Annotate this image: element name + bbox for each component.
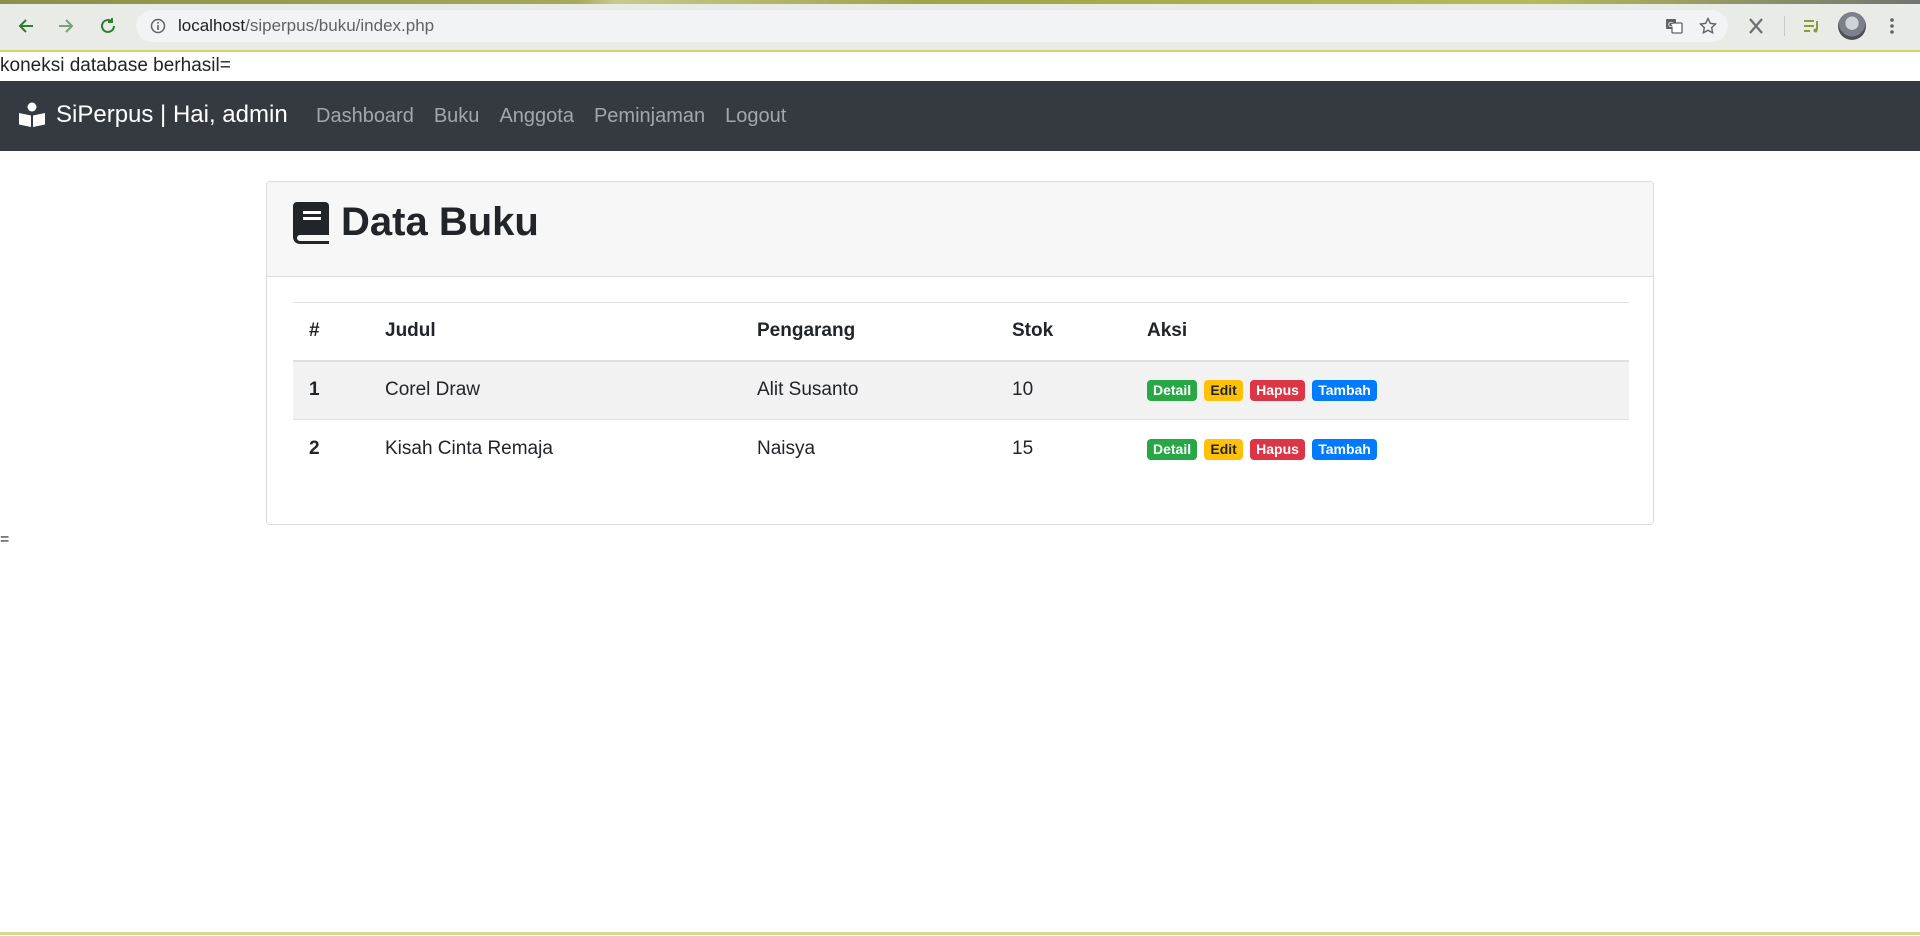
header-stok: Stok <box>996 302 1131 362</box>
reload-icon[interactable] <box>96 14 120 38</box>
card-header: Data Buku <box>267 182 1653 277</box>
row-stok: 15 <box>1012 438 1034 460</box>
tambah-button[interactable]: Tambah <box>1312 380 1377 402</box>
books-table: # Judul Pengarang Stok Aksi 1 Corel Draw… <box>293 302 1629 479</box>
svg-text:G: G <box>1668 21 1673 29</box>
row-judul: Kisah Cinta Remaja <box>385 438 553 460</box>
row-actions: Detail Edit Hapus Tambah <box>1131 420 1629 479</box>
edit-button[interactable]: Edit <box>1204 439 1243 461</box>
info-icon[interactable] <box>150 18 166 34</box>
header-pengarang: Pengarang <box>741 302 996 362</box>
edit-button[interactable]: Edit <box>1204 380 1243 402</box>
bookmark-star-icon[interactable] <box>1696 14 1720 38</box>
header-judul: Judul <box>369 302 741 362</box>
row-pengarang: Naisya <box>757 438 816 460</box>
nav-links: Dashboard Buku Anggota Peminjaman Logout <box>316 81 806 151</box>
db-connection-message: koneksi database berhasil= <box>0 55 231 76</box>
detail-button[interactable]: Detail <box>1147 439 1198 461</box>
navbar-brand[interactable]: SiPerpus | Hai, admin <box>18 101 288 129</box>
browser-toolbar: localhost/siperpus/buku/index.php G <box>0 0 1920 52</box>
header-number: # <box>293 302 369 362</box>
hapus-button[interactable]: Hapus <box>1250 380 1305 402</box>
table-row: 2 Kisah Cinta Remaja Naisya 15 Detail Ed… <box>293 420 1629 479</box>
nav-link-buku[interactable]: Buku <box>434 105 480 128</box>
nav-link-dashboard[interactable]: Dashboard <box>316 105 414 128</box>
row-number: 1 <box>293 360 369 420</box>
row-stok: 10 <box>996 360 1131 420</box>
book-icon <box>293 201 329 244</box>
page-title: Data Buku <box>293 200 539 245</box>
menu-kebab-icon[interactable] <box>1880 14 1904 38</box>
forward-arrow-icon[interactable] <box>54 14 78 38</box>
profile-avatar[interactable] <box>1838 12 1866 40</box>
nav-link-peminjaman[interactable]: Peminjaman <box>594 105 705 128</box>
address-bar[interactable]: localhost/siperpus/buku/index.php G <box>136 10 1728 42</box>
back-arrow-icon[interactable] <box>14 14 38 38</box>
brand-text: SiPerpus | Hai, admin <box>56 101 288 128</box>
trailing-output: = <box>0 531 10 548</box>
detail-button[interactable]: Detail <box>1147 380 1198 402</box>
table-row: 1 Corel Draw Alit Susanto 10 Detail Edit… <box>293 360 1629 420</box>
data-buku-card: Data Buku # Judul Pengarang Stok Aksi 1 … <box>266 181 1654 525</box>
navbar: SiPerpus | Hai, admin Dashboard Buku Ang… <box>0 81 1920 151</box>
extension-x-icon[interactable] <box>1744 14 1768 38</box>
media-playlist-icon[interactable] <box>1800 14 1824 38</box>
reader-book-icon <box>19 102 45 127</box>
url-text: localhost/siperpus/buku/index.php <box>178 16 434 36</box>
row-pengarang: Alit Susanto <box>741 360 996 420</box>
nav-link-anggota[interactable]: Anggota <box>499 105 574 128</box>
hapus-button[interactable]: Hapus <box>1250 439 1305 461</box>
nav-link-logout[interactable]: Logout <box>725 105 786 128</box>
tab-strip <box>0 0 1920 4</box>
url-path: /siperpus/buku/index.php <box>245 16 435 35</box>
window-bottom-border <box>0 932 1920 935</box>
row-number: 2 <box>309 438 320 460</box>
translate-icon[interactable]: G <box>1662 14 1686 38</box>
tambah-button[interactable]: Tambah <box>1312 439 1377 461</box>
toolbar-border <box>0 50 1920 52</box>
table-header-row: # Judul Pengarang Stok Aksi <box>293 302 1629 362</box>
row-actions: Detail Edit Hapus Tambah <box>1131 360 1629 420</box>
title-text: Data Buku <box>341 200 539 244</box>
header-aksi: Aksi <box>1131 302 1629 362</box>
url-host: localhost <box>178 16 246 35</box>
toolbar-separator <box>1784 16 1785 36</box>
row-judul: Corel Draw <box>369 360 741 420</box>
